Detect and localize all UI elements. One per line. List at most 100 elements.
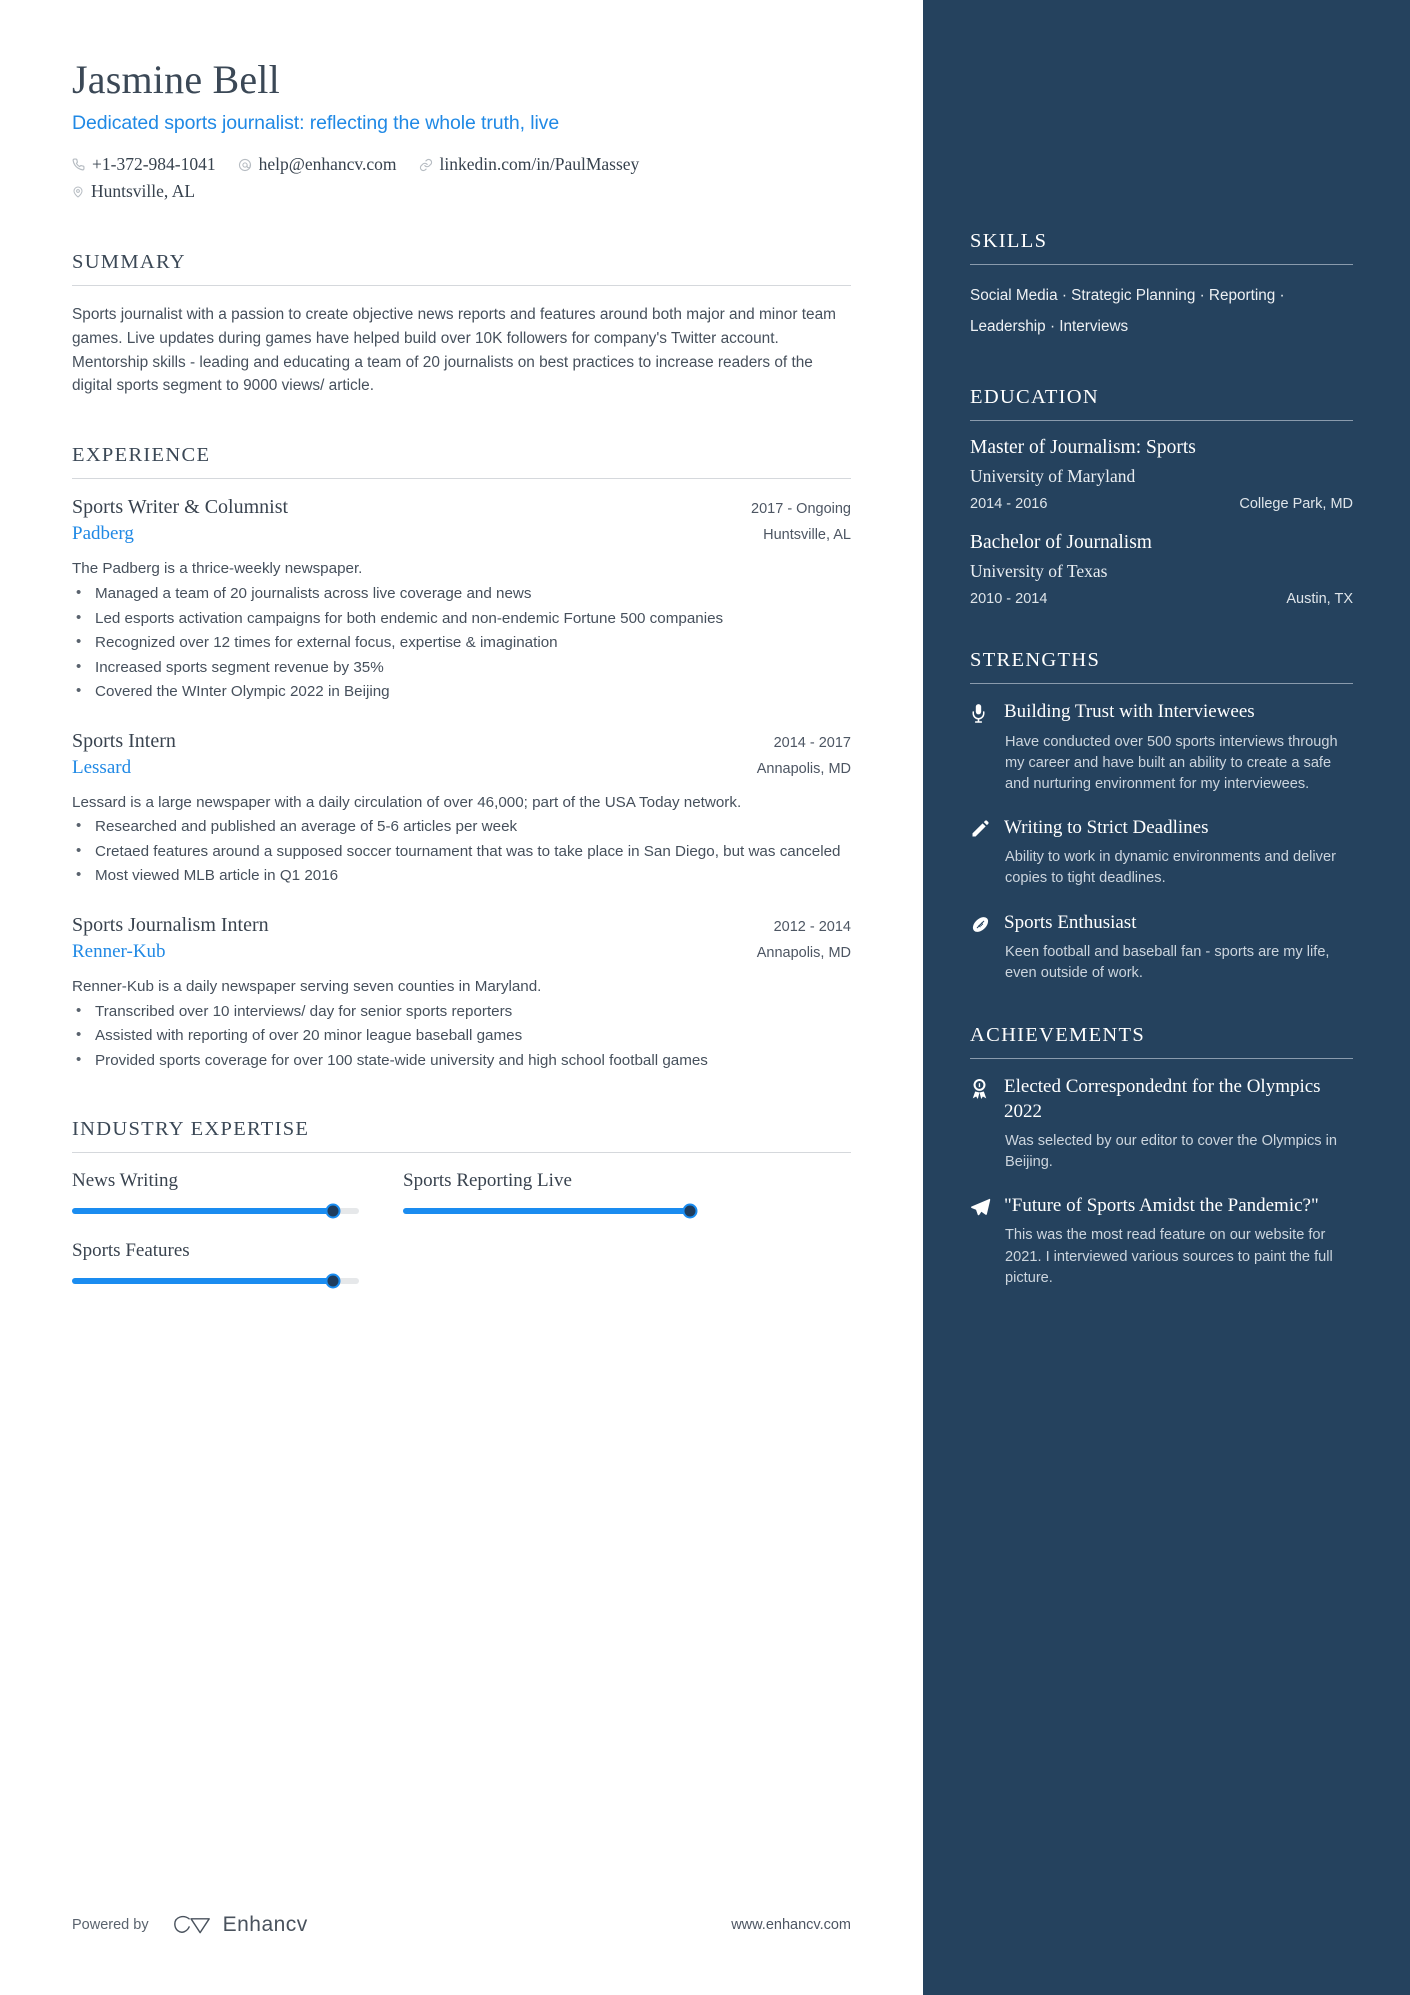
expertise-slider[interactable] [403, 1203, 698, 1219]
summary-text: Sports journalist with a passion to crea… [72, 305, 836, 395]
contact-phone[interactable]: +1-372-984-1041 [72, 152, 216, 177]
skills-heading: SKILLS [970, 230, 1048, 252]
enhancv-logo-icon [171, 1913, 213, 1937]
achievement-description: Was selected by our editor to cover the … [1005, 1132, 1338, 1170]
strengths-divider [970, 683, 1353, 685]
job-bullet: Most viewed MLB article in Q1 2016 [72, 864, 851, 888]
job-bullet: Increased sports segment revenue by 35% [72, 656, 851, 680]
slider-knob[interactable] [682, 1203, 698, 1219]
job-company[interactable]: Lessard [72, 757, 131, 779]
slider-fill [72, 1208, 334, 1215]
slider-fill [403, 1208, 690, 1215]
resume-sidebar: SKILLS Social Media · Strategic Planning… [923, 0, 1410, 1995]
strength-body: Building Trust with Interviewees Have co… [1004, 700, 1353, 795]
achievement-entry: "Future of Sports Amidst the Pandemic?" … [970, 1194, 1353, 1289]
achievement-entry: Elected Correspondednt for the Olympics … [970, 1075, 1353, 1173]
expertise-slider[interactable] [72, 1273, 359, 1289]
page-title: Jasmine Bell [72, 57, 280, 102]
job-dates: 2017 - Ongoing [751, 501, 851, 518]
job-title: Sports Journalism Intern [72, 913, 269, 936]
education-dates: 2014 - 2016 [970, 496, 1048, 513]
expertise-slider[interactable] [72, 1203, 359, 1219]
job-company[interactable]: Renner-Kub [72, 941, 166, 963]
contact-location-text: Huntsville, AL [91, 181, 196, 202]
resume-main-column: Jasmine Bell Dedicated sports journalist… [0, 0, 923, 1995]
education-location: Austin, TX [1286, 591, 1353, 608]
job-bullet: Cretaed features around a supposed socce… [72, 840, 851, 864]
expertise-label: News Writing [72, 1170, 179, 1192]
achievement-title: Elected Correspondednt for the Olympics … [1004, 1076, 1321, 1122]
strength-description: Ability to work in dynamic environments … [1005, 849, 1336, 887]
summary-heading: SUMMARY [72, 250, 186, 273]
experience-divider [72, 478, 851, 480]
job-title: Sports Writer & Columnist [72, 496, 289, 519]
experience-entry: Sports Intern 2014 - 2017 Lessard Annapo… [72, 730, 851, 888]
education-school: University of Maryland [970, 466, 1136, 487]
section-achievements: ACHIEVEMENTS Elected Correspondednt for … [970, 1024, 1353, 1289]
job-company[interactable]: Padberg [72, 523, 134, 545]
section-summary: SUMMARY Sports journalist with a passion… [72, 251, 851, 399]
contact-email[interactable]: help@enhancv.com [238, 152, 397, 177]
powered-by-label: Powered by [72, 1917, 149, 1933]
slider-knob[interactable] [325, 1203, 341, 1219]
strength-entry: Sports Enthusiast Keen football and base… [970, 911, 1353, 985]
expertise-grid: News Writing Sports Reporting Live Sport… [72, 1170, 851, 1289]
email-icon [238, 158, 252, 172]
award-ribbon-icon [970, 1075, 1004, 1173]
education-dates: 2010 - 2014 [970, 591, 1048, 608]
job-location: Annapolis, MD [756, 944, 851, 961]
strength-description: Have conducted over 500 sports interview… [1005, 733, 1338, 792]
job-bullet-list: Transcribed over 10 interviews/ day for … [72, 1000, 851, 1073]
industry-expertise-divider [72, 1152, 851, 1154]
education-location: College Park, MD [1239, 496, 1353, 513]
skills-divider [970, 264, 1353, 265]
section-education: EDUCATION Master of Journalism: Sports U… [970, 386, 1353, 607]
job-dates: 2014 - 2017 [773, 734, 851, 751]
section-industry-expertise: INDUSTRY EXPERTISE News Writing Sports R… [72, 1118, 851, 1289]
achievements-divider [970, 1058, 1353, 1060]
education-degree: Bachelor of Journalism [970, 532, 1152, 554]
contact-linkedin[interactable]: linkedin.com/in/PaulMassey [419, 152, 640, 177]
link-icon [419, 158, 433, 172]
experience-heading: EXPERIENCE [72, 444, 211, 467]
education-meta: 2010 - 2014 Austin, TX [970, 591, 1353, 607]
experience-entry: Sports Writer & Columnist 2017 - Ongoing… [72, 496, 851, 703]
headline-tagline: Dedicated sports journalist: reflecting … [72, 112, 560, 134]
skills-list: Social Media · Strategic Planning · Repo… [970, 287, 1285, 335]
enhancv-brand-text: Enhancv [222, 1913, 308, 1936]
job-title: Sports Intern [72, 729, 176, 752]
education-divider [970, 420, 1353, 422]
job-bullet-list: Managed a team of 20 journalists across … [72, 582, 851, 704]
contact-linkedin-text: linkedin.com/in/PaulMassey [439, 154, 640, 174]
job-description: The Padberg is a thrice-weekly newspaper… [72, 560, 363, 578]
section-experience: EXPERIENCE Sports Writer & Columnist 201… [72, 444, 851, 1072]
strength-title: Writing to Strict Deadlines [1004, 816, 1209, 838]
strength-entry: Building Trust with Interviewees Have co… [970, 700, 1353, 795]
page-footer: Powered by Enhancv www.enhancv.com [72, 1913, 851, 1937]
expertise-label: Sports Features [72, 1240, 190, 1262]
achievement-title: "Future of Sports Amidst the Pandemic?" [1004, 1195, 1319, 1217]
footer-website[interactable]: www.enhancv.com [731, 1917, 851, 1933]
experience-entry: Sports Journalism Intern 2012 - 2014 Ren… [72, 914, 851, 1072]
education-entry: Bachelor of Journalism University of Tex… [970, 532, 1353, 607]
job-bullet-list: Researched and published an average of 5… [72, 815, 851, 888]
strength-entry: Writing to Strict Deadlines Ability to w… [970, 816, 1353, 890]
summary-divider [72, 284, 851, 286]
education-school: University of Texas [970, 561, 1108, 582]
achievements-heading: ACHIEVEMENTS [970, 1024, 1146, 1047]
strength-title: Sports Enthusiast [1004, 911, 1137, 933]
industry-expertise-heading: INDUSTRY EXPERTISE [72, 1118, 310, 1141]
expertise-item: Sports Features [72, 1240, 359, 1289]
job-bullet: Transcribed over 10 interviews/ day for … [72, 1000, 851, 1024]
achievement-body: "Future of Sports Amidst the Pandemic?" … [1004, 1194, 1353, 1289]
contact-info: +1-372-984-1041 help@enhancv.com linkedi… [72, 152, 851, 177]
job-bullet: Assisted with reporting of over 20 minor… [72, 1024, 851, 1048]
section-strengths: STRENGTHS Building Trust with Interviewe… [970, 649, 1353, 984]
pencil-icon [970, 816, 1004, 890]
contact-phone-text: +1-372-984-1041 [92, 154, 216, 174]
job-bullet: Recognized over 12 times for external fo… [72, 631, 851, 655]
education-heading: EDUCATION [970, 386, 1099, 409]
job-location: Annapolis, MD [756, 760, 851, 777]
resume-page: Jasmine Bell Dedicated sports journalist… [0, 0, 1410, 1995]
slider-knob[interactable] [325, 1273, 341, 1289]
